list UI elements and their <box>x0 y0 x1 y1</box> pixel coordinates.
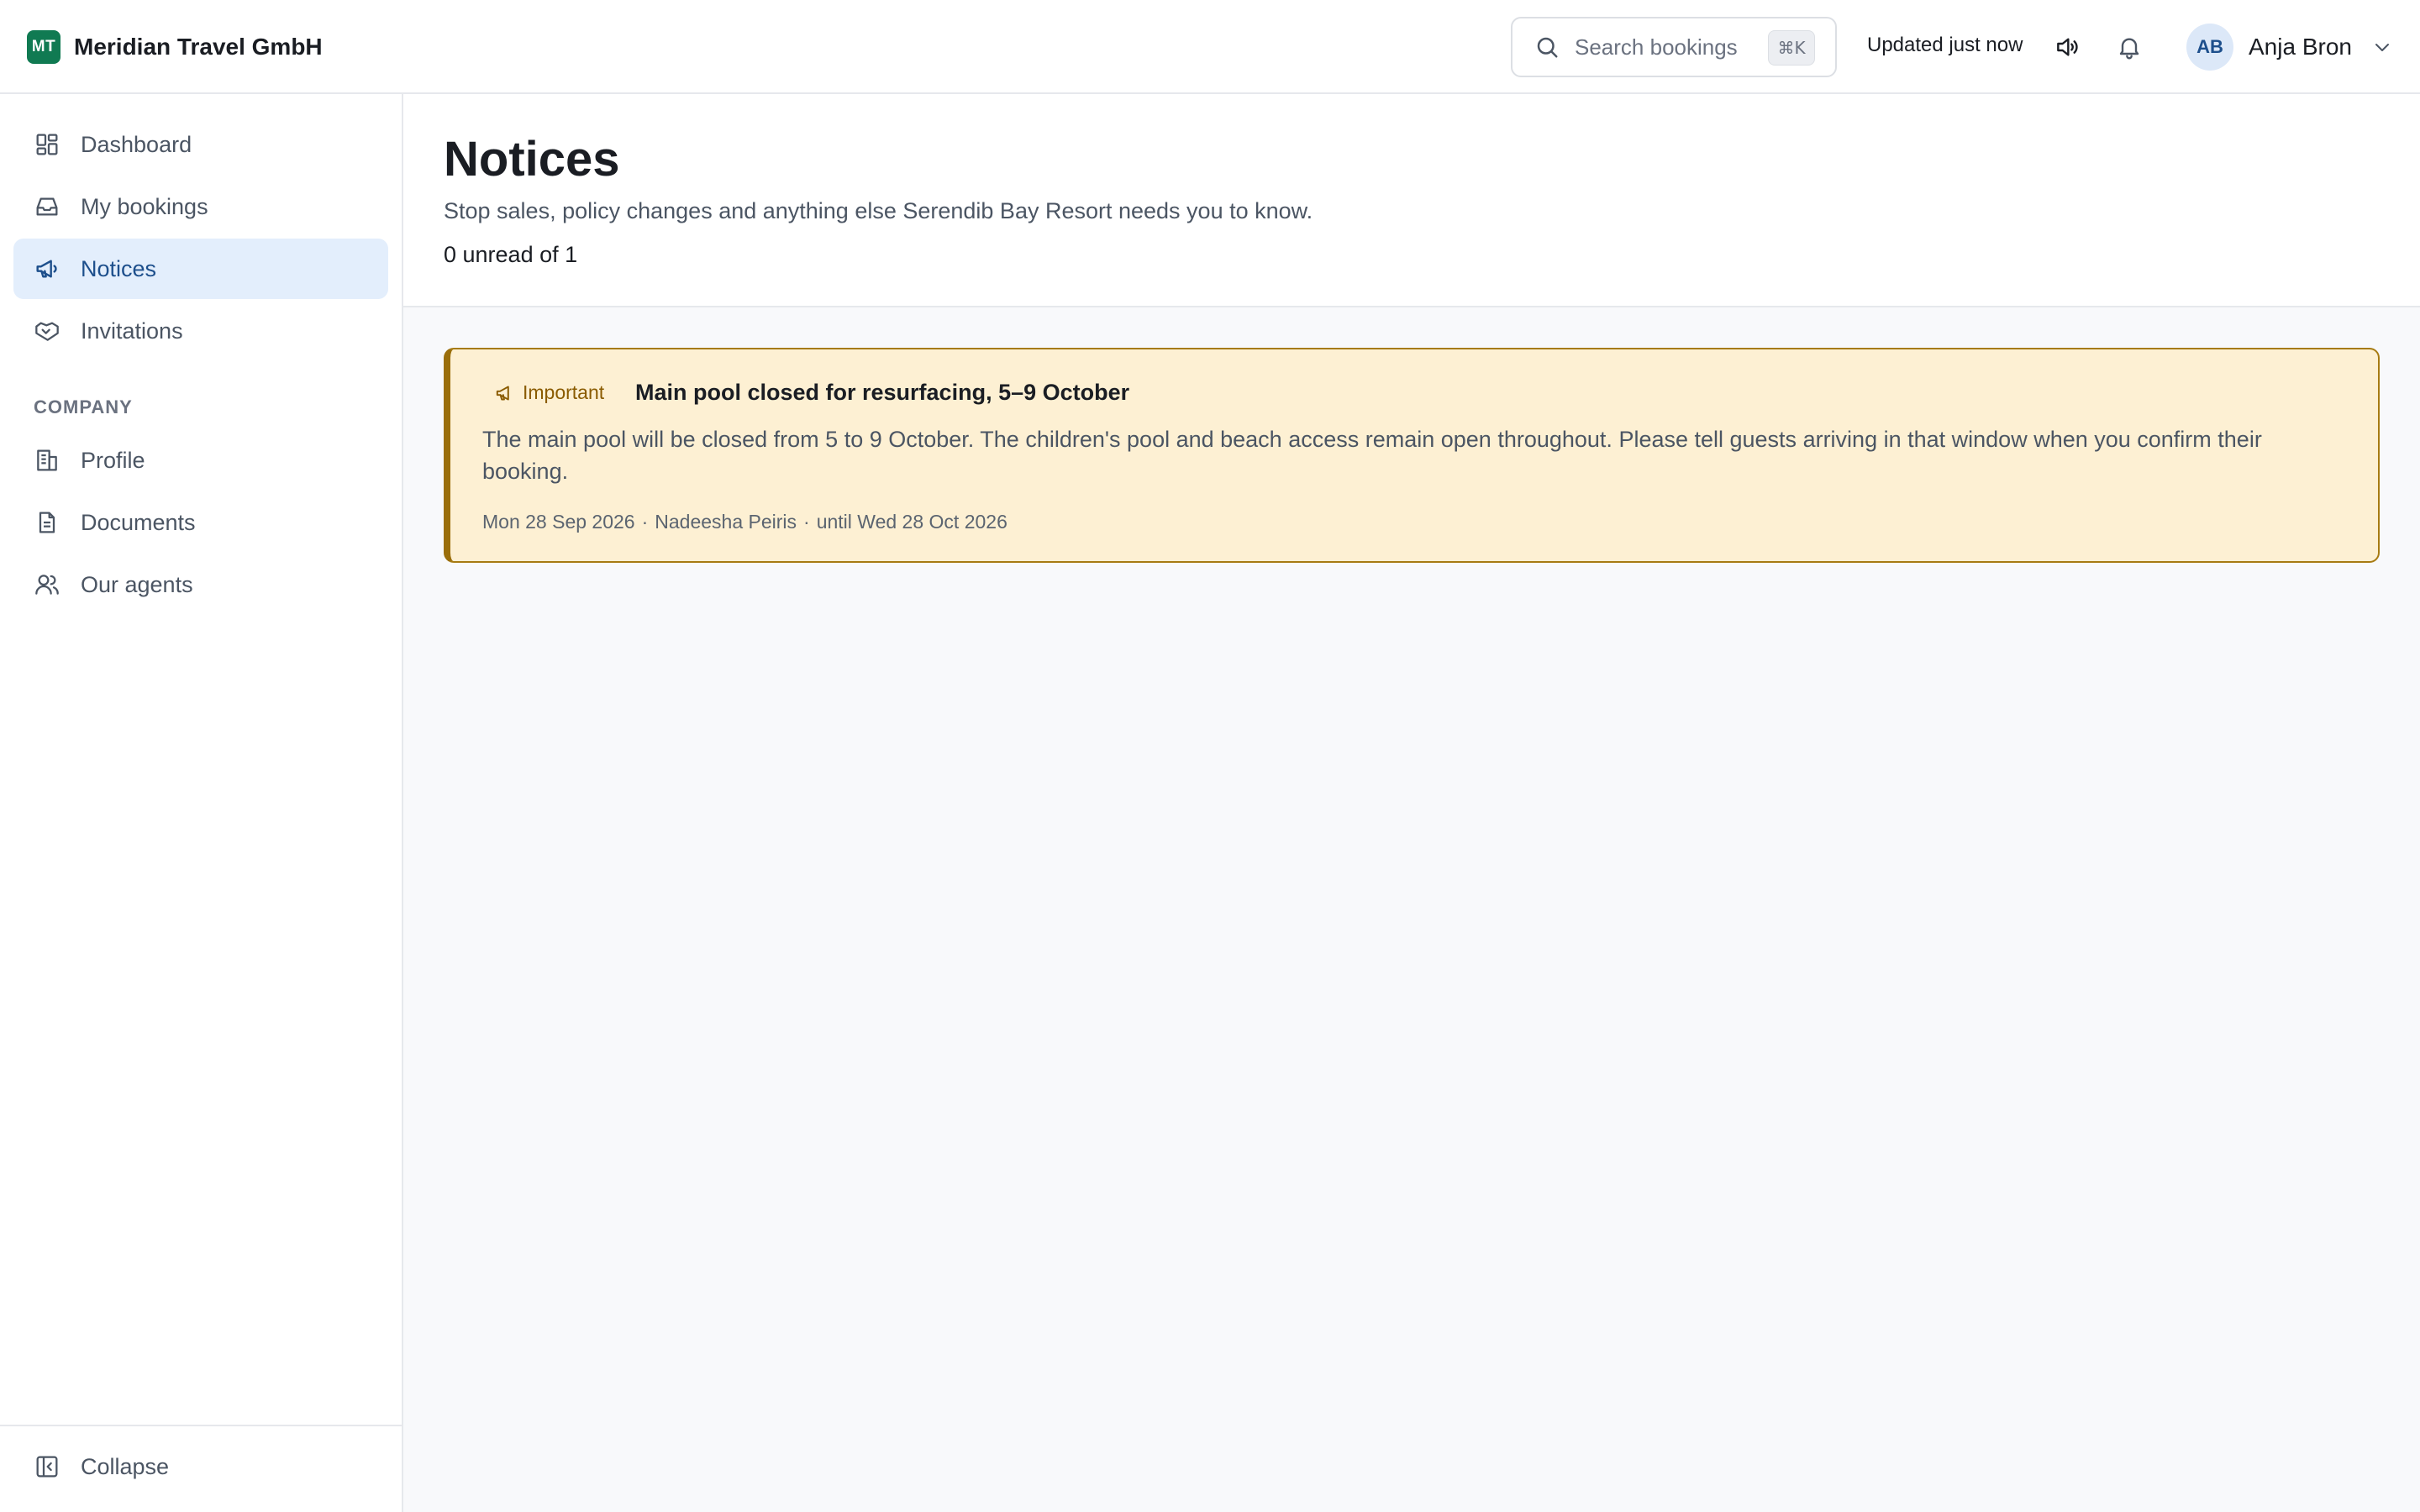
megaphone-icon <box>36 260 57 278</box>
meta-separator: · <box>803 511 810 533</box>
brand-logo: MT <box>27 30 60 64</box>
handshake-icon <box>35 322 59 341</box>
section-label-company: COMPANY <box>34 396 133 417</box>
important-badge: Important <box>494 381 604 404</box>
user-name: Anja Bron <box>2249 34 2352 60</box>
notice-date: Mon 28 Sep 2026 <box>482 511 635 533</box>
building-icon <box>37 449 57 471</box>
sidebar-item-my-bookings[interactable]: My bookings <box>13 176 388 237</box>
avatar: AB <box>2186 24 2233 71</box>
page-title: Notices <box>444 132 620 186</box>
updated-status: Updated just now <box>1867 34 2023 56</box>
dashboard-icon <box>36 134 58 155</box>
sidebar-item-dashboard[interactable]: Dashboard <box>13 114 388 175</box>
sound-button[interactable] <box>2049 29 2086 66</box>
notice-until: until Wed 28 Oct 2026 <box>816 511 1007 533</box>
search-placeholder: Search bookings <box>1575 34 1738 60</box>
page-subtitle: Stop sales, policy changes and anything … <box>444 198 1313 223</box>
page-header: Notices Stop sales, policy changes and a… <box>403 94 2420 307</box>
collapse-icon <box>36 1456 58 1478</box>
notice-title: Main pool closed for resurfacing, 5–9 Oc… <box>635 380 1130 405</box>
notifications-button[interactable] <box>2111 29 2148 66</box>
top-bar: MT Meridian Travel GmbH Search bookings … <box>0 0 2420 94</box>
search-icon <box>1537 37 1558 58</box>
collapse-button[interactable]: Collapse <box>34 1453 169 1480</box>
sidebar-item-label: My bookings <box>81 193 208 219</box>
sidebar-item-documents[interactable]: Documents <box>13 492 388 553</box>
search-shortcut: ⌘K <box>1768 30 1815 66</box>
users-icon <box>35 575 59 595</box>
inbox-icon <box>36 197 58 216</box>
sidebar-item-our-agents[interactable]: Our agents <box>13 554 388 615</box>
sidebar-item-invitations[interactable]: Invitations <box>13 301 388 361</box>
brand-name: Meridian Travel GmbH <box>74 34 323 60</box>
sidebar-item-label: Profile <box>81 447 145 473</box>
collapse-label: Collapse <box>81 1453 170 1479</box>
megaphone-icon <box>496 385 509 401</box>
notice-body: The main pool will be closed from 5 to 9… <box>482 427 2262 484</box>
sidebar-item-profile[interactable]: Profile <box>13 430 388 491</box>
brand[interactable]: MT Meridian Travel GmbH <box>27 30 323 64</box>
search-input[interactable]: Search bookings ⌘K <box>1511 17 1837 77</box>
notice-card[interactable]: Important Main pool closed for resurfaci… <box>444 348 2380 563</box>
chevron-down-icon <box>2375 44 2389 51</box>
badge-label: Important <box>523 381 605 403</box>
sidebar-item-label: Documents <box>81 509 196 535</box>
notice-meta: Mon 28 Sep 2026 · Nadeesha Peiris · until We… <box>482 511 1007 533</box>
sidebar-nav: Dashboard My bookings Notices Invitation… <box>0 94 403 1512</box>
notice-author: Nadeesha Peiris <box>655 511 797 533</box>
sidebar-item-label: Invitations <box>81 318 183 344</box>
sidebar-item-notices[interactable]: Notices <box>13 239 388 299</box>
speaker-icon <box>2057 38 2078 56</box>
unread-summary: 0 unread of 1 <box>444 242 578 267</box>
sidebar-footer: Collapse <box>0 1425 402 1512</box>
meta-separator: · <box>641 511 649 533</box>
bell-icon <box>2119 38 2139 60</box>
sidebar-item-label: Notices <box>81 255 157 281</box>
user-menu[interactable]: AB Anja Bron <box>2186 24 2392 71</box>
sidebar-item-label: Our agents <box>81 571 193 597</box>
sidebar-item-label: Dashboard <box>81 131 192 157</box>
document-icon <box>39 512 55 533</box>
